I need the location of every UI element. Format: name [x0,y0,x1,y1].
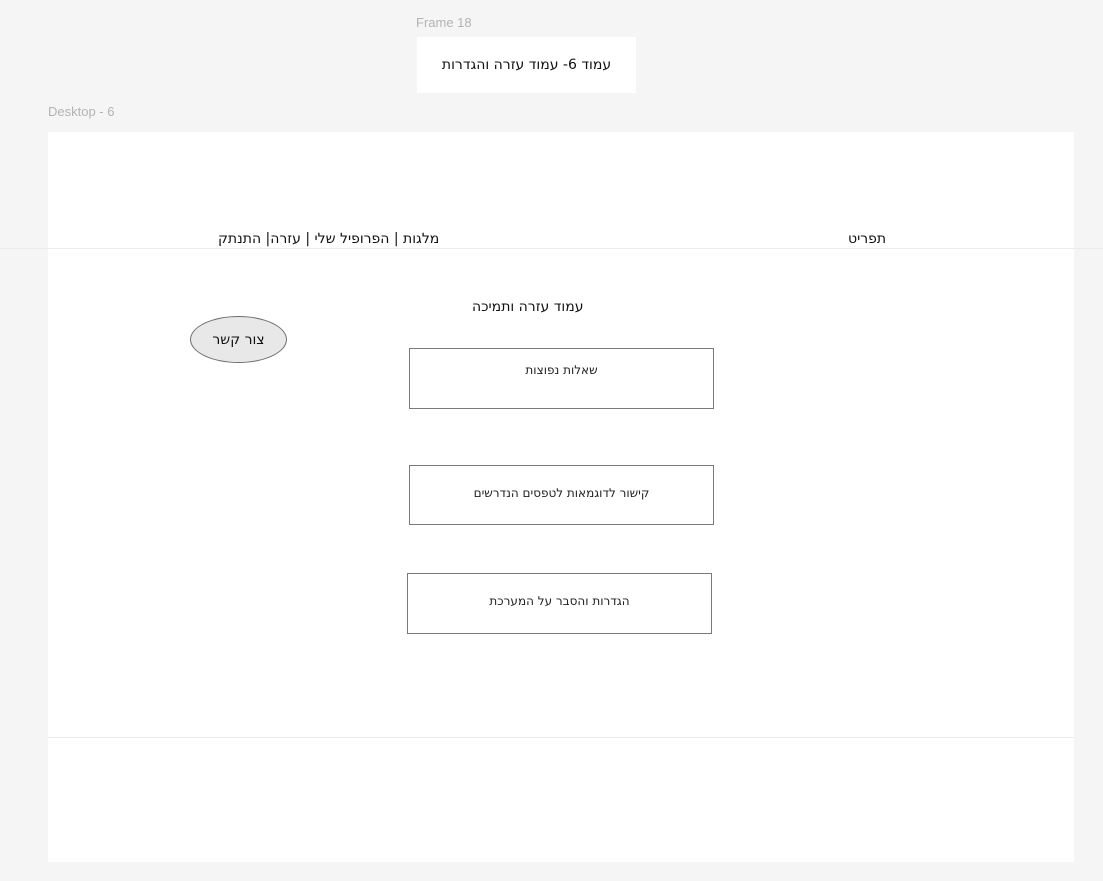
faq-button[interactable]: שאלות נפוצות [409,348,714,409]
contact-us-button[interactable]: צור קשר [190,316,287,363]
form-examples-button[interactable]: קישור לדוגמאות לטפסים הנדרשים [409,465,714,525]
frame-title-box: עמוד 6- עמוד עזרה והגדרות [417,37,636,93]
desktop-label: Desktop - 6 [48,104,115,119]
header-divider [0,248,1103,249]
frame-title: עמוד 6- עמוד עזרה והגדרות [441,57,612,73]
menu-button[interactable]: תפריט [848,231,886,247]
faq-button-label: שאלות נפוצות [525,363,598,377]
top-nav-links[interactable]: מלגות | הפרופיל שלי | עזרה| התנתק [218,231,439,247]
settings-explanation-button-label: הגדרות והסבר על המערכת [489,594,630,608]
frame-label: Frame 18 [416,15,472,30]
page-heading: עמוד עזרה ותמיכה [472,299,584,315]
form-examples-button-label: קישור לדוגמאות לטפסים הנדרשים [473,486,650,500]
contact-us-label: צור קשר [212,331,265,348]
settings-explanation-button[interactable]: הגדרות והסבר על המערכת [407,573,712,634]
footer-divider [48,737,1074,738]
